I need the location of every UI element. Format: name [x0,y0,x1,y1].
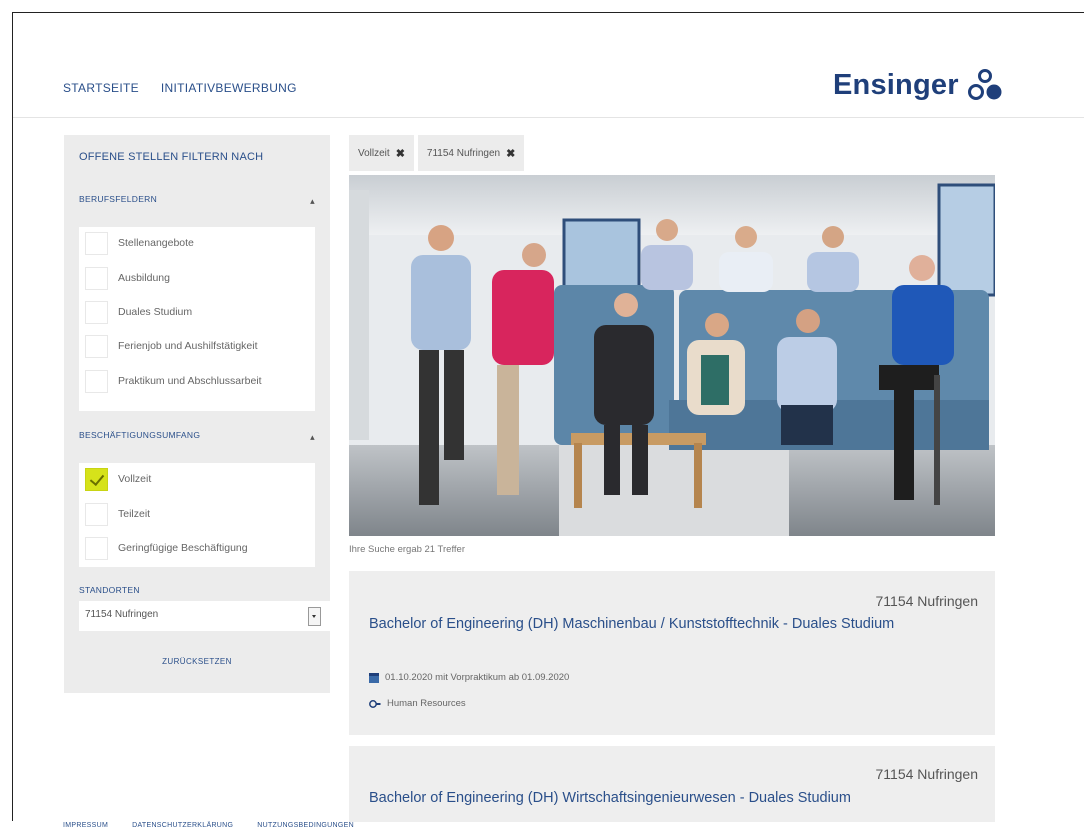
checkbox[interactable] [85,266,108,290]
scope-options: Vollzeit Teilzeit Geringfügige Beschäfti… [79,463,315,567]
job-department-text: Human Resources [387,698,466,709]
checkbox[interactable] [85,300,108,324]
reset-filters-button[interactable]: ZURÜCKSETZEN [64,657,330,666]
field-option-label: Ausbildung [118,272,170,284]
scope-heading[interactable]: BESCHÄFTIGUNGSUMFANG ▴ [79,430,315,443]
close-icon[interactable]: ✖ [506,147,515,160]
scope-heading-label: BESCHÄFTIGUNGSUMFANG [79,430,201,440]
field-option-label: Stellenangebote [118,237,194,249]
scope-option-geringfuegig[interactable]: Geringfügige Beschäftigung [85,536,248,560]
job-date: 01.10.2020 mit Vorpraktikum ab 01.09.202… [369,672,569,683]
location-select-value: 71154 Nufringen [85,609,159,620]
scope-option-label: Vollzeit [118,473,152,485]
job-location: 71154 Nufringen [875,593,978,609]
job-department: Human Resources [369,698,466,709]
footer-privacy-link[interactable]: DATENSCHUTZERKLÄRUNG [132,822,233,829]
job-title-link[interactable]: Bachelor of Engineering (DH) Wirtschafts… [369,788,969,809]
fields-options: Stellenangebote Ausbildung Duales Studiu… [79,227,315,411]
active-filter-chips: Vollzeit ✖ 71154 Nufringen ✖ [349,135,525,171]
job-card[interactable]: 71154 Nufringen Bachelor of Engineering … [349,746,995,822]
field-option[interactable]: Ferienjob und Aushilfstätigkeit [85,334,258,358]
collapse-caret-icon[interactable]: ▴ [310,432,315,443]
nav-home-link[interactable]: STARTSEITE [63,81,139,95]
close-icon[interactable]: ✖ [396,147,405,160]
checkbox[interactable] [85,334,108,358]
footer-terms-link[interactable]: NUTZUNGSBEDINGUNGEN [257,822,354,829]
checkbox[interactable] [85,369,108,393]
team-photo-illustration [349,175,995,536]
chip-label: Vollzeit [358,147,390,159]
top-navigation: STARTSEITE INITIATIVBEWERBUNG [63,81,297,95]
scope-option-label: Teilzeit [118,508,151,520]
footer-links: IMPRESSUM DATENSCHUTZERKLÄRUNG NUTZUNGSB… [63,822,354,829]
location-select[interactable]: 71154 Nufringen [79,601,331,631]
department-icon [369,699,381,708]
fields-heading[interactable]: BERUFSFELDERN ▴ [79,194,315,207]
calendar-icon [369,672,379,683]
filter-sidebar: OFFENE STELLEN FILTERN NACH BERUFSFELDER… [64,135,331,693]
job-card[interactable]: 71154 Nufringen Bachelor of Engineering … [349,571,995,735]
filter-chip-location[interactable]: 71154 Nufringen ✖ [417,135,525,171]
scope-option-label: Geringfügige Beschäftigung [118,542,248,554]
chip-label: 71154 Nufringen [426,147,501,159]
field-option-label: Duales Studium [118,306,193,318]
footer-imprint-link[interactable]: IMPRESSUM [63,822,108,829]
scope-option-teilzeit[interactable]: Teilzeit [85,502,150,526]
job-title-link[interactable]: Bachelor of Engineering (DH) Maschinenba… [369,614,969,635]
team-photo [349,175,995,536]
nav-initiative-link[interactable]: INITIATIVBEWERBUNG [161,81,297,95]
logo-text: Ensinger [833,68,959,101]
filter-title: OFFENE STELLEN FILTERN NACH [79,151,264,163]
locations-heading: STANDORTEN [79,585,140,595]
checkbox[interactable] [85,231,108,255]
checkbox[interactable] [85,502,108,526]
field-option[interactable]: Stellenangebote [85,231,194,255]
checkbox[interactable] [85,536,108,560]
job-location: 71154 Nufringen [875,766,978,782]
field-option[interactable]: Praktikum und Abschlussarbeit [85,369,262,393]
scope-option-vollzeit[interactable]: Vollzeit [85,467,151,491]
chevron-down-icon[interactable] [308,607,321,626]
filter-chip-vollzeit[interactable]: Vollzeit ✖ [349,135,414,171]
logo-circles-icon [967,69,1002,100]
field-option-label: Praktikum und Abschlussarbeit [118,375,262,387]
collapse-caret-icon[interactable]: ▴ [310,196,315,207]
checkbox-checked[interactable] [85,467,108,491]
job-date-text: 01.10.2020 mit Vorpraktikum ab 01.09.202… [385,672,570,683]
ensinger-logo[interactable]: Ensinger [833,68,1003,102]
fields-heading-label: BERUFSFELDERN [79,194,158,204]
field-option[interactable]: Duales Studium [85,300,192,324]
field-option-label: Ferienjob und Aushilfstätigkeit [118,340,258,352]
results-count: Ihre Suche ergab 21 Treffer [349,544,466,555]
header-divider [13,117,1084,118]
field-option[interactable]: Ausbildung [85,266,170,290]
